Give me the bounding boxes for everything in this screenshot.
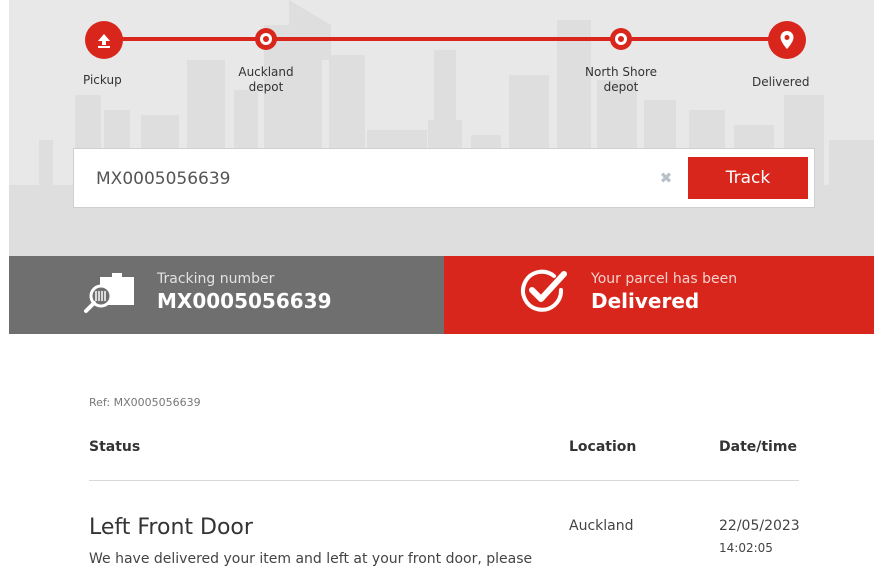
status-value: Delivered xyxy=(591,289,700,313)
column-header-location: Location xyxy=(569,439,637,455)
upload-arrow-icon xyxy=(98,34,110,48)
column-header-status: Status xyxy=(89,439,141,455)
hero-section: Pickup Auckland depot North Shore depot … xyxy=(9,0,874,256)
delivery-status-banner: Your parcel has been Delivered xyxy=(444,256,874,334)
status-caption: Your parcel has been xyxy=(591,271,738,287)
step-north-shore-depot xyxy=(610,28,632,50)
step-delivered xyxy=(768,21,806,59)
reference-number: Ref: MX0005056639 xyxy=(89,396,201,409)
step-label-pickup: Pickup xyxy=(83,73,122,87)
table-divider xyxy=(89,480,799,481)
close-icon[interactable]: ✖ xyxy=(658,170,674,186)
map-pin-icon xyxy=(780,31,794,49)
step-pickup xyxy=(85,21,123,59)
event-title: Left Front Door xyxy=(89,515,253,540)
step-label-delivered: Delivered xyxy=(752,75,810,89)
event-location: Auckland xyxy=(569,518,634,534)
event-description: We have delivered your item and left at … xyxy=(89,551,533,567)
event-time: 14:02:05 xyxy=(719,541,773,555)
event-date: 22/05/2023 xyxy=(719,518,800,534)
tracking-number-banner: Tracking number MX0005056639 xyxy=(9,256,444,334)
tracking-number-caption: Tracking number xyxy=(157,271,275,287)
column-header-datetime: Date/time xyxy=(719,439,797,455)
check-circle-icon xyxy=(521,269,567,312)
tracking-number-input[interactable] xyxy=(84,159,644,199)
step-label-auckland-depot: Auckland depot xyxy=(238,65,294,94)
tracking-search-form: ✖ Track xyxy=(73,148,815,208)
step-auckland-depot xyxy=(255,28,277,50)
step-dot xyxy=(615,33,627,45)
step-dot xyxy=(260,33,272,45)
tracker-progress-line xyxy=(96,37,786,41)
track-button[interactable]: Track xyxy=(688,157,808,199)
left-gutter xyxy=(0,0,9,577)
tracking-number-value: MX0005056639 xyxy=(157,289,332,313)
step-label-north-shore-depot: North Shore depot xyxy=(585,65,657,94)
parcel-search-icon xyxy=(84,273,134,313)
tracking-page: Pickup Auckland depot North Shore depot … xyxy=(0,0,874,577)
